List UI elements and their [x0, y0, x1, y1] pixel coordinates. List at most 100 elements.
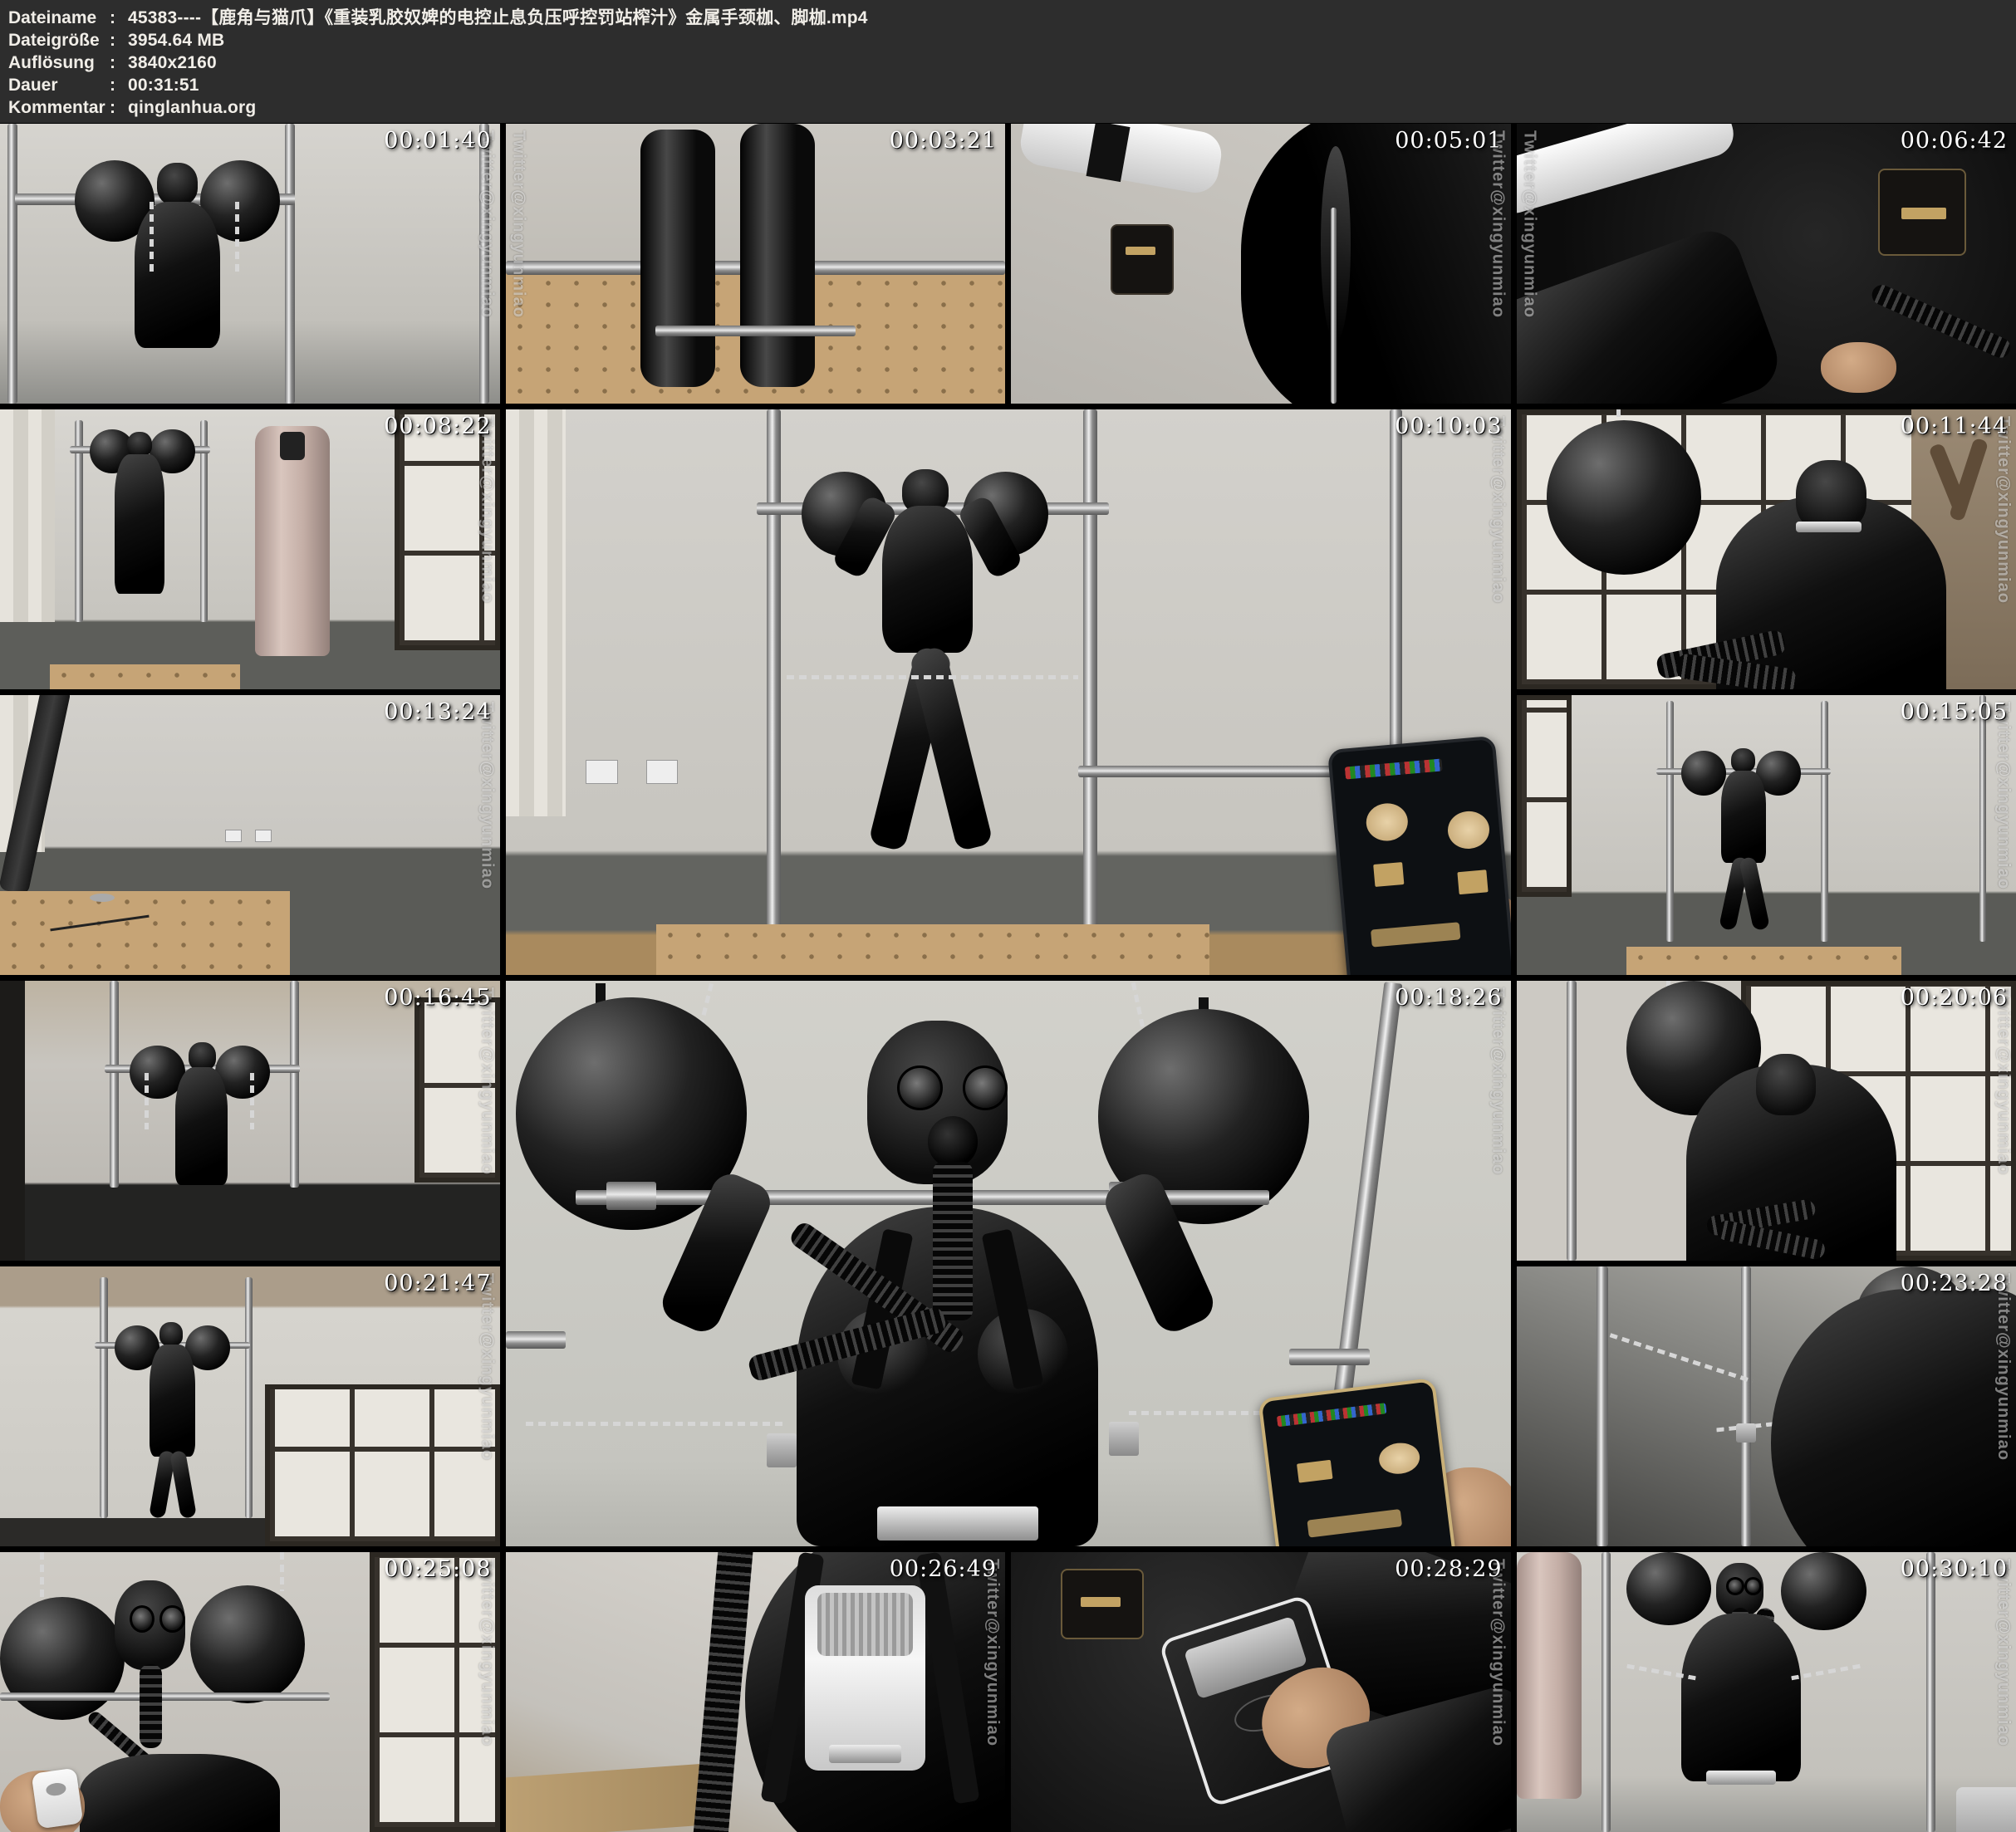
device-label — [1126, 247, 1155, 255]
watermark-text: Twitter@xingyunmiao — [1994, 1559, 2013, 1746]
frame-pole — [1926, 1552, 1935, 1832]
frame-pole — [1666, 701, 1674, 942]
pump-ridges — [817, 1593, 913, 1656]
pegboard-floor — [0, 891, 290, 975]
dark-edge — [0, 981, 25, 1261]
gas-mask-head — [127, 432, 152, 457]
padlock — [1109, 1422, 1139, 1456]
waist-chain — [787, 675, 1078, 679]
mask-eye-lens — [159, 1605, 184, 1633]
timestamp-overlay: 00:18:26 — [1395, 985, 1502, 1011]
video-thumbnail: Twitter@xingyunmiao 00:11:44 — [1517, 409, 2016, 689]
timestamp-overlay: 00:23:28 — [1901, 1271, 2008, 1296]
file-info-row: Dateiname:45383----【鹿角与猫爪】《重装乳胶奴婢的电控止息负压… — [8, 7, 2016, 29]
hand — [1821, 342, 1896, 393]
latex-chest — [80, 1754, 280, 1832]
watermark-text: Twitter@xingyunmiao — [1994, 416, 2013, 604]
estim-device — [1111, 224, 1174, 295]
inflatable-ball — [1681, 751, 1726, 796]
field-separator: : — [110, 51, 128, 74]
watermark-text: Twitter@xingyunmiao — [1489, 987, 1508, 1175]
timestamp-overlay: 00:25:08 — [384, 1556, 491, 1582]
remote-button — [46, 1781, 67, 1796]
video-thumbnail: Twitter@xingyunmiao 00:30:10 — [1517, 1552, 2016, 1832]
latex-figure — [175, 1067, 228, 1185]
strap-band — [1869, 282, 2014, 360]
wall-socket — [255, 830, 272, 842]
mask-eye-lens — [963, 1065, 1008, 1110]
video-thumbnail: Twitter@xingyunmiao 00:08:22 — [0, 409, 500, 689]
latex-arm — [1517, 222, 1787, 404]
watermark-text: Twitter@xingyunmiao — [1489, 416, 1508, 604]
watermark-text: Twitter@xingyunmiao — [509, 130, 528, 318]
mask-snout — [928, 1116, 979, 1167]
filesize-value: 3954.64 MB — [128, 29, 224, 51]
latex-figure — [135, 202, 219, 347]
hooded-head — [1756, 1054, 1816, 1115]
field-separator: : — [110, 74, 128, 96]
file-info-row: Kommentar:qinglanhua.org — [8, 96, 2016, 119]
inflatable-ball — [1626, 1552, 1711, 1625]
file-info-row: Dateigröße:3954.64 MB — [8, 29, 2016, 51]
white-cylinder — [1517, 124, 1739, 218]
field-label: Dateigröße — [8, 29, 110, 51]
latex-figure — [115, 454, 164, 595]
ankle-bar — [655, 326, 856, 336]
field-label: Dateiname — [8, 7, 110, 29]
side-chain — [526, 1422, 787, 1426]
remote-control — [32, 1767, 84, 1829]
latex-leg — [1739, 856, 1770, 931]
pump-device — [805, 1585, 925, 1770]
timestamp-overlay: 00:21:47 — [384, 1271, 491, 1296]
resolution-value: 3840x2160 — [128, 51, 217, 74]
watermark-text: Twitter@xingyunmiao — [1994, 702, 2013, 889]
frame-pole — [290, 981, 299, 1188]
control-phone — [1258, 1378, 1458, 1546]
timestamp-overlay: 00:20:06 — [1901, 985, 2008, 1011]
padlock — [1736, 1423, 1756, 1443]
frame-pole — [110, 981, 119, 1188]
frame-pole — [285, 124, 295, 404]
curtain — [0, 409, 55, 622]
frame-pole — [100, 1277, 108, 1518]
mask-eye-lens — [1744, 1577, 1763, 1595]
field-separator: : — [110, 7, 128, 29]
hanging-chain — [250, 1073, 254, 1129]
file-info-header: Dateiname:45383----【鹿角与猫爪】《重装乳胶奴婢的电控止息负压… — [0, 0, 2016, 123]
ac-vent — [280, 432, 305, 460]
field-separator: : — [110, 29, 128, 51]
pegboard-floor — [1626, 947, 1901, 975]
latex-figure-rear — [1771, 1289, 2016, 1546]
latex-boot — [640, 130, 715, 387]
wall-socket — [646, 760, 678, 784]
watermark-text: Twitter@xingyunmiao — [1489, 1559, 1508, 1746]
frame-pole — [1597, 1266, 1608, 1546]
watermark-text: Twitter@xingyunmiao — [1520, 130, 1539, 318]
timestamp-overlay: 00:10:03 — [1395, 414, 1502, 439]
video-thumbnail: Twitter@xingyunmiao 00:28:29 — [1011, 1552, 1511, 1832]
latex-hip — [1241, 124, 1511, 404]
side-chain — [1792, 1663, 1861, 1680]
app-value — [1373, 861, 1404, 886]
timestamp-overlay: 00:26:49 — [890, 1556, 997, 1582]
timestamp-overlay: 00:08:22 — [384, 414, 491, 439]
timestamp-overlay: 00:28:29 — [1395, 1556, 1502, 1582]
breathing-hose — [140, 1664, 162, 1748]
timestamp-overlay: 00:01:40 — [384, 128, 491, 154]
table-edge — [506, 1763, 706, 1832]
video-thumbnail: Twitter@xingyunmiao 00:15:05 — [1517, 695, 2016, 975]
grey-device — [1956, 1787, 2016, 1832]
latex-figure — [1721, 771, 1766, 863]
video-thumbnail: Twitter@xingyunmiao 00:16:45 — [0, 981, 500, 1261]
gas-mask-head — [159, 1322, 183, 1345]
video-thumbnail-large: Twitter@xingyunmiao 00:18:26 — [506, 981, 1511, 1546]
video-thumbnail: Twitter@xingyunmiao 00:01:40 — [0, 124, 500, 404]
video-thumbnail: Twitter@xingyunmiao 00:23:28 — [1517, 1266, 2016, 1546]
mask-eye-lens — [897, 1065, 942, 1110]
frame-pole — [767, 409, 781, 930]
frame-pole — [1979, 695, 1986, 942]
field-label: Dauer — [8, 74, 110, 96]
neck-collar — [1796, 522, 1861, 532]
app-dial — [1446, 809, 1491, 850]
frame-pole — [1741, 1266, 1751, 1546]
